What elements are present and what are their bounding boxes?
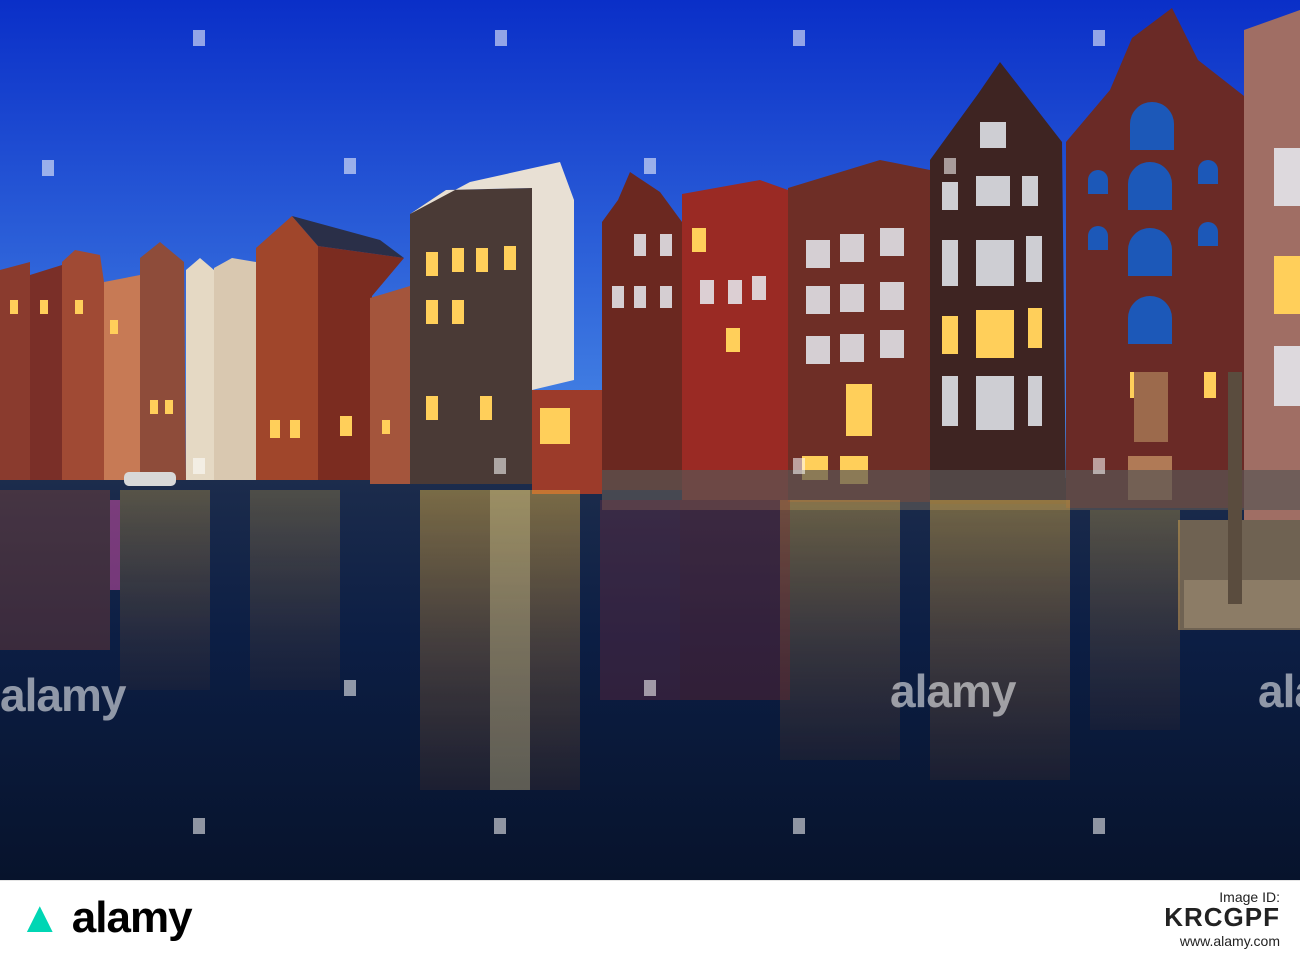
site-url[interactable]: www.alamy.com — [1180, 933, 1280, 949]
alamy-logo[interactable]: ▲ alamy — [18, 893, 193, 943]
house-1 — [0, 262, 30, 480]
footer-bar: ▲ alamy Image ID: KRCGPF www.alamy.com — [0, 880, 1300, 957]
wooden-door-upper — [1134, 372, 1168, 442]
watermark-mark — [1093, 458, 1105, 474]
image-id: KRCGPF — [1164, 902, 1280, 932]
house-7 — [214, 258, 256, 480]
house-6 — [186, 258, 214, 480]
watermark-mark — [193, 458, 205, 474]
watermark-mark — [1093, 30, 1105, 46]
amsterdam-canal-houses-night — [0, 0, 1300, 880]
watermark-mark — [344, 158, 356, 174]
canal-photo: alamy alamy alamy — [0, 0, 1300, 880]
image-id-block: Image ID: KRCGPF www.alamy.com — [1164, 887, 1280, 951]
watermark-mark — [494, 458, 506, 474]
logo-text: alamy — [71, 893, 193, 942]
house-13 — [602, 172, 682, 490]
watermark-mark — [1093, 818, 1105, 834]
watermark-mark — [495, 30, 507, 46]
house-5 — [140, 242, 186, 480]
house-3 — [62, 250, 104, 480]
house-8 — [256, 216, 318, 480]
house-15 — [788, 160, 930, 502]
watermark-mark — [793, 30, 805, 46]
house-11 — [410, 188, 532, 484]
watermark-mark — [944, 158, 956, 174]
watermark-mark — [193, 30, 205, 46]
watermark-mark — [344, 680, 356, 696]
logo-accent: ▲ — [18, 893, 62, 942]
house-2 — [30, 265, 62, 480]
watermark-mark — [793, 818, 805, 834]
house-10 — [370, 286, 410, 484]
watermark-mark — [644, 158, 656, 174]
watermark-mark — [494, 818, 506, 834]
house-4 — [104, 275, 140, 480]
watermark-mark — [193, 818, 205, 834]
watermark-mark — [644, 680, 656, 696]
watermark-mark — [42, 160, 54, 176]
boat — [124, 472, 176, 486]
watermark-mark — [793, 458, 805, 474]
